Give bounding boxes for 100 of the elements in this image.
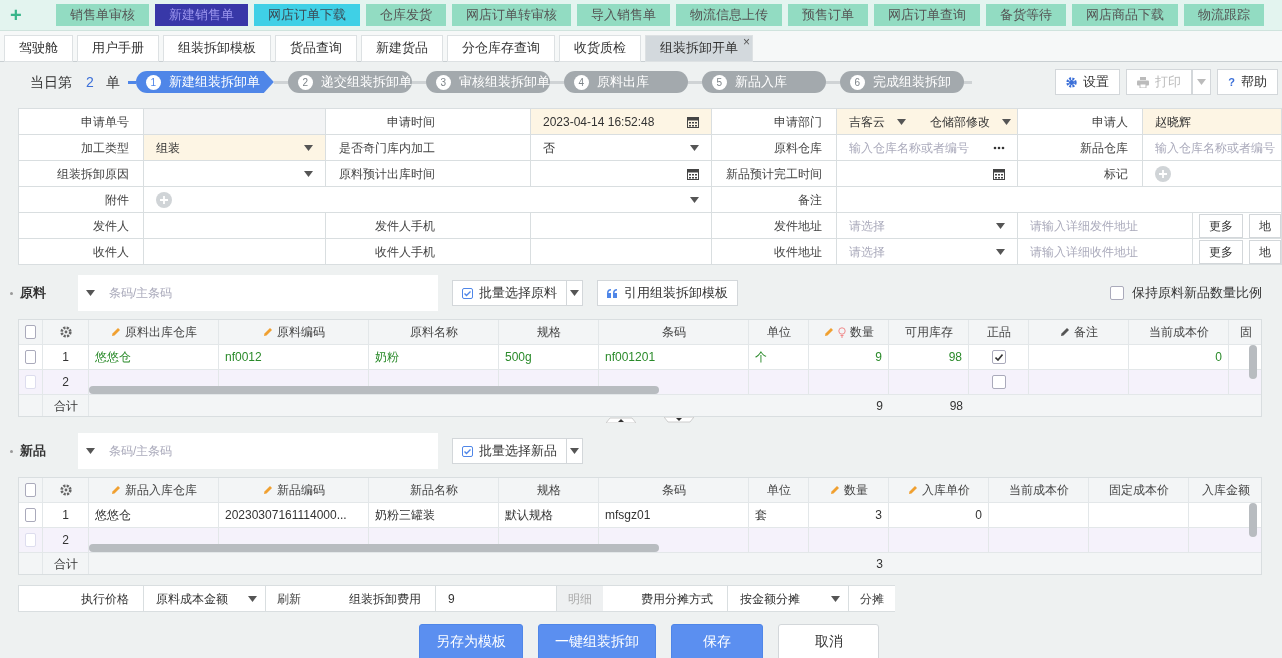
- nav-button[interactable]: 网店订单下载: [254, 4, 360, 26]
- caret-icon[interactable]: [304, 170, 313, 177]
- nav-button[interactable]: 仓库发货: [366, 4, 446, 26]
- toolbar-button[interactable]: 引用组装拆卸模板: [597, 280, 738, 306]
- tab[interactable]: 组装拆卸模板: [163, 35, 271, 62]
- input-field[interactable]: [144, 213, 326, 239]
- caret-icon[interactable]: [570, 290, 579, 296]
- column-header[interactable]: 备注: [1029, 320, 1129, 344]
- input-field[interactable]: 赵晓辉: [1143, 109, 1282, 135]
- input-field[interactable]: [144, 239, 326, 265]
- action-button[interactable]: 取消: [778, 624, 879, 658]
- input-field[interactable]: [531, 239, 712, 265]
- caret-icon[interactable]: [570, 448, 579, 454]
- nav-button[interactable]: 网店订单转审核: [452, 4, 571, 26]
- column-header[interactable]: 固定成本价: [1089, 478, 1189, 502]
- nav-button[interactable]: 备货等待: [986, 4, 1066, 26]
- more-icon[interactable]: [993, 145, 1005, 150]
- nav-button[interactable]: 销售单审核: [56, 4, 149, 26]
- caret-icon[interactable]: [1002, 118, 1011, 125]
- checkbox[interactable]: [991, 350, 1006, 364]
- caret-icon[interactable]: [690, 196, 699, 203]
- column-header[interactable]: 条码: [599, 320, 749, 344]
- select-field[interactable]: [144, 161, 326, 187]
- horizontal-scrollbar[interactable]: [89, 544, 659, 552]
- input-field[interactable]: [531, 213, 712, 239]
- row-checkbox[interactable]: [25, 508, 36, 522]
- settings-button[interactable]: 设置: [1055, 69, 1121, 95]
- column-header[interactable]: 可用库存: [889, 320, 969, 344]
- tab[interactable]: 货品查询: [275, 35, 357, 62]
- column-header[interactable]: 当前成本价: [989, 478, 1089, 502]
- add-icon[interactable]: [1155, 165, 1171, 182]
- column-header[interactable]: 原料出库仓库: [89, 320, 219, 344]
- calendar-icon[interactable]: [993, 167, 1005, 180]
- column-header[interactable]: 新品名称: [369, 478, 499, 502]
- nav-button[interactable]: 网店订单查询: [874, 4, 980, 26]
- gear-icon[interactable]: [59, 484, 72, 496]
- tab[interactable]: 驾驶舱: [4, 35, 73, 62]
- row-checkbox[interactable]: [25, 350, 36, 364]
- dropdown-button[interactable]: [567, 280, 583, 306]
- input-field[interactable]: [837, 187, 1282, 213]
- caret-icon[interactable]: [897, 118, 906, 125]
- caret-icon[interactable]: [304, 144, 313, 151]
- nav-button[interactable]: 新建销售单: [155, 4, 248, 26]
- caret-icon[interactable]: [996, 248, 1005, 255]
- select-field[interactable]: 吉客云: [837, 112, 912, 131]
- nav-button[interactable]: 物流信息上传: [676, 4, 782, 26]
- calendar-icon[interactable]: [687, 115, 699, 128]
- address-button[interactable]: 地: [1249, 239, 1281, 264]
- caret-icon[interactable]: [86, 448, 95, 454]
- horizontal-scrollbar[interactable]: [89, 386, 659, 394]
- input-field[interactable]: [1143, 161, 1282, 187]
- tab[interactable]: 用户手册: [77, 35, 159, 62]
- nav-button[interactable]: 物流跟踪: [1184, 4, 1264, 26]
- caret-icon[interactable]: [831, 595, 840, 602]
- column-header[interactable]: 数量: [809, 320, 889, 344]
- toolbar-button[interactable]: 批量选择原料: [452, 280, 567, 306]
- gear-icon[interactable]: [59, 326, 72, 338]
- caret-icon[interactable]: [996, 222, 1005, 229]
- nav-button[interactable]: 导入销售单: [577, 4, 670, 26]
- select-field[interactable]: [144, 187, 712, 213]
- checkbox[interactable]: [991, 375, 1006, 389]
- column-header[interactable]: 新品入库仓库: [89, 478, 219, 502]
- caret-icon[interactable]: [690, 144, 699, 151]
- column-header[interactable]: 规格: [499, 320, 599, 344]
- address-button[interactable]: 更多: [1199, 213, 1243, 238]
- select-field[interactable]: 组装: [144, 135, 326, 161]
- close-icon[interactable]: ×: [743, 33, 750, 51]
- input-field[interactable]: 2023-04-14 16:52:48: [531, 109, 712, 135]
- keep-ratio-checkbox[interactable]: 保持原料新品数量比例: [1110, 283, 1262, 303]
- column-header[interactable]: 新品编码: [219, 478, 369, 502]
- column-header[interactable]: 条码: [599, 478, 749, 502]
- calendar-icon[interactable]: [687, 167, 699, 180]
- nav-button[interactable]: 预售订单: [788, 4, 868, 26]
- vertical-scrollbar[interactable]: [1249, 503, 1257, 537]
- nav-button[interactable]: 网店商品下载: [1072, 4, 1178, 26]
- tab[interactable]: 组装拆卸开单 ×: [645, 35, 753, 62]
- address-button[interactable]: 更多: [1199, 239, 1243, 264]
- column-header[interactable]: 固: [1229, 320, 1261, 344]
- select-field[interactable]: 仓储部修改: [918, 112, 1017, 131]
- column-header[interactable]: 正品: [969, 320, 1029, 344]
- caret-icon[interactable]: [248, 595, 257, 602]
- add-icon[interactable]: [156, 191, 172, 208]
- select-all-checkbox[interactable]: [25, 483, 36, 497]
- column-header[interactable]: 入库金额: [1189, 478, 1261, 502]
- tab[interactable]: 分仓库存查询: [447, 35, 555, 62]
- input-field[interactable]: [531, 161, 712, 187]
- column-header[interactable]: 单位: [749, 478, 809, 502]
- select-all-checkbox[interactable]: [25, 325, 36, 339]
- column-header[interactable]: 数量: [809, 478, 889, 502]
- column-header[interactable]: 原料编码: [219, 320, 369, 344]
- tab[interactable]: 新建货品: [361, 35, 443, 62]
- column-header[interactable]: 原料名称: [369, 320, 499, 344]
- collapse-down-icon[interactable]: [664, 417, 694, 423]
- dropdown-button[interactable]: [567, 438, 583, 464]
- caret-icon[interactable]: [86, 290, 95, 296]
- column-header[interactable]: 规格: [499, 478, 599, 502]
- address-button[interactable]: 地: [1249, 213, 1281, 238]
- collapse-up-icon[interactable]: [606, 417, 636, 423]
- input-field[interactable]: [837, 161, 1018, 187]
- help-button[interactable]: ? 帮助: [1217, 69, 1278, 95]
